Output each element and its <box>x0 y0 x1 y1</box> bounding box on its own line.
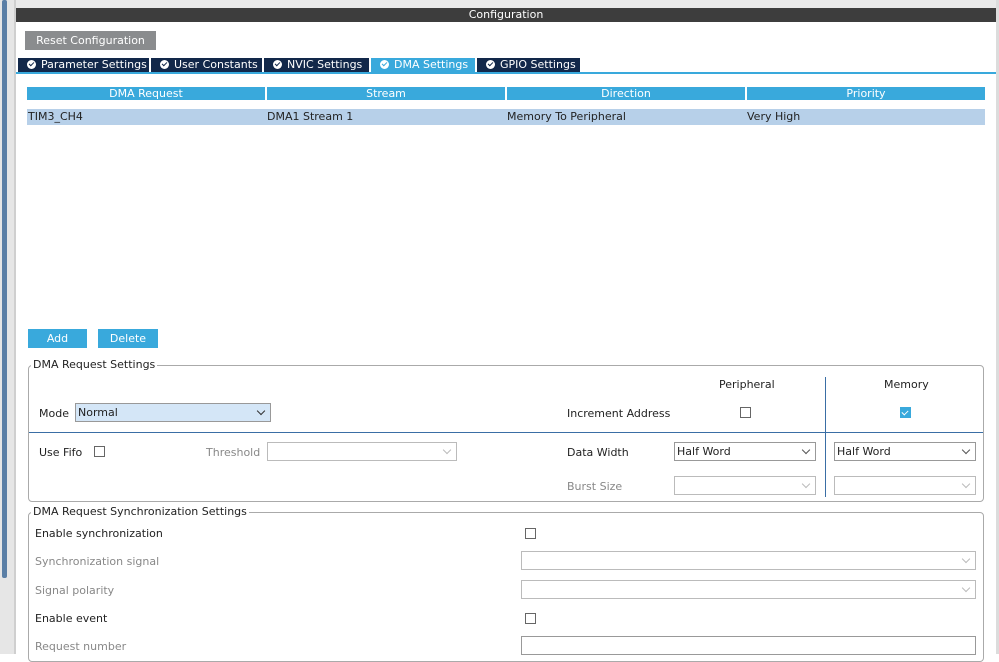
mode-value: Normal <box>78 406 118 419</box>
cell-dma-request: TIM3_CH4 <box>28 110 83 123</box>
mode-select[interactable]: Normal <box>75 403 271 422</box>
peripheral-column-label: Peripheral <box>719 378 775 391</box>
column-header-priority[interactable]: Priority <box>747 87 985 100</box>
column-header-stream[interactable]: Stream <box>267 87 505 100</box>
tab-label: Parameter Settings <box>41 58 147 71</box>
data-width-peripheral-select[interactable]: Half Word <box>674 442 816 461</box>
chevron-down-icon <box>256 406 266 416</box>
data-width-label: Data Width <box>567 446 629 459</box>
column-header-dma-request[interactable]: DMA Request <box>27 87 265 100</box>
cell-priority: Very High <box>747 110 801 123</box>
check-circle-icon <box>273 60 282 69</box>
burst-size-label: Burst Size <box>567 480 623 493</box>
delete-button[interactable]: Delete <box>98 329 158 348</box>
tab-label: GPIO Settings <box>500 58 576 71</box>
cell-stream: DMA1 Stream 1 <box>267 110 354 123</box>
enable-sync-label: Enable synchronization <box>35 527 163 540</box>
increment-address-label: Increment Address <box>567 407 671 420</box>
chevron-down-icon <box>961 479 971 489</box>
tab-nvic-settings[interactable]: NVIC Settings <box>264 58 369 72</box>
data-width-memory-select[interactable]: Half Word <box>834 442 976 461</box>
column-divider <box>825 377 826 497</box>
burst-size-memory-select[interactable] <box>834 476 976 495</box>
request-number-label: Request number <box>35 640 127 653</box>
tab-gpio-settings[interactable]: GPIO Settings <box>477 58 580 72</box>
left-scrollbar[interactable] <box>2 0 7 578</box>
add-button[interactable]: Add <box>28 329 87 348</box>
chevron-down-icon <box>801 479 811 489</box>
table-row[interactable]: TIM3_CH4 DMA1 Stream 1 Memory To Periphe… <box>27 109 985 125</box>
increment-memory-checkbox[interactable] <box>900 407 911 418</box>
sync-signal-select[interactable] <box>521 551 976 570</box>
burst-size-peripheral-select[interactable] <box>674 476 816 495</box>
threshold-select[interactable] <box>267 442 457 461</box>
increment-peripheral-checkbox[interactable] <box>740 407 751 418</box>
reset-configuration-button[interactable]: Reset Configuration <box>25 31 156 50</box>
tab-label: DMA Settings <box>394 58 469 71</box>
threshold-label: Threshold <box>206 446 261 459</box>
chevron-down-icon <box>961 445 971 455</box>
tab-underline <box>16 72 996 74</box>
tab-label: NVIC Settings <box>287 58 363 71</box>
tab-label: User Constants <box>174 58 258 71</box>
check-circle-icon <box>27 60 36 69</box>
sync-settings-legend: DMA Request Synchronization Settings <box>31 505 249 518</box>
left-strip-edge <box>14 0 16 654</box>
configuration-title-bar: Configuration <box>16 8 996 22</box>
check-circle-icon <box>380 60 389 69</box>
chevron-down-icon <box>442 445 452 455</box>
column-header-direction[interactable]: Direction <box>507 87 745 100</box>
memory-column-label: Memory <box>884 378 929 391</box>
data-width-memory-value: Half Word <box>837 445 891 458</box>
enable-event-label: Enable event <box>35 612 108 625</box>
tab-parameter-settings[interactable]: Parameter Settings <box>18 58 149 72</box>
chevron-down-icon <box>801 445 811 455</box>
chevron-down-icon <box>961 583 971 593</box>
data-width-peripheral-value: Half Word <box>677 445 731 458</box>
request-number-input[interactable] <box>521 636 976 655</box>
enable-sync-checkbox[interactable] <box>525 528 536 539</box>
check-circle-icon <box>160 60 169 69</box>
top-strip <box>16 0 996 8</box>
section-divider <box>29 432 825 433</box>
mode-label: Mode <box>39 407 69 420</box>
signal-polarity-select[interactable] <box>521 580 976 599</box>
chevron-down-icon <box>961 554 971 564</box>
use-fifo-checkbox[interactable] <box>94 446 105 457</box>
tab-user-constants[interactable]: User Constants <box>151 58 262 72</box>
tab-dma-settings[interactable]: DMA Settings <box>371 58 475 72</box>
signal-polarity-label: Signal polarity <box>35 584 115 597</box>
enable-event-checkbox[interactable] <box>525 613 536 624</box>
section-divider-memory <box>826 432 983 433</box>
check-circle-icon <box>486 60 495 69</box>
use-fifo-label: Use Fifo <box>39 446 83 459</box>
sync-signal-label: Synchronization signal <box>35 555 160 568</box>
cell-direction: Memory To Peripheral <box>507 110 626 123</box>
dma-request-settings-legend: DMA Request Settings <box>31 358 158 371</box>
